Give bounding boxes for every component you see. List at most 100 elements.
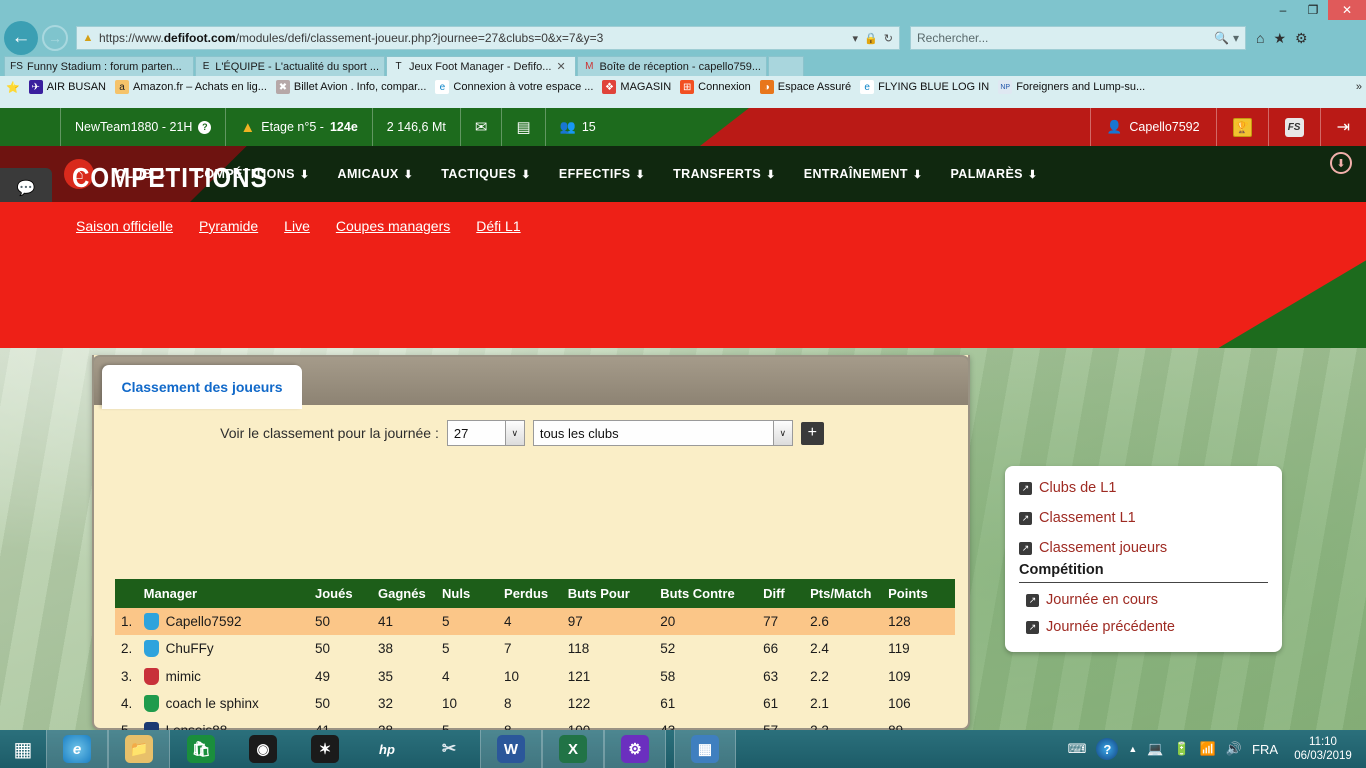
forward-arrow-icon[interactable]: →: [42, 25, 68, 51]
maximize-button[interactable]: ❐: [1298, 0, 1328, 20]
news-icon[interactable]: ▤: [502, 108, 546, 146]
taskbar-store[interactable]: 🛍: [170, 730, 232, 768]
bookmark-item[interactable]: e FLYING BLUE LOG IN: [860, 80, 989, 94]
subnav-pyramide[interactable]: Pyramide: [199, 218, 258, 234]
taskbar-word[interactable]: W: [480, 730, 542, 768]
menu-item-effectifs[interactable]: EFFECTIFS ⬇: [559, 167, 645, 181]
bookmark-favicon-icon: NP: [998, 80, 1013, 94]
table-row[interactable]: 3. mimic 49 35 4 10 121 58 63 2.2 109: [115, 663, 955, 690]
cell-rank: 2.: [121, 641, 133, 657]
chevron-down-icon[interactable]: ∨: [772, 421, 792, 445]
subnav-live[interactable]: Live: [284, 218, 310, 234]
close-icon[interactable]: ✕: [1328, 0, 1366, 20]
language-indicator[interactable]: FRA: [1252, 742, 1278, 757]
taskbar-excel[interactable]: X: [542, 730, 604, 768]
browser-tab[interactable]: E L'ÉQUIPE - L'actualité du sport ...: [195, 56, 385, 76]
taskbar-camera[interactable]: ◉: [232, 730, 294, 768]
search-chevron-icon[interactable]: ▾: [1233, 31, 1239, 45]
bookmark-item[interactable]: ❖ MAGASIN: [602, 80, 671, 94]
scroll-down-icon[interactable]: ⬇: [1330, 152, 1352, 174]
team-info[interactable]: NewTeam1880 - 21H ?: [60, 108, 227, 146]
bookmark-item[interactable]: ⊞ Connexion: [680, 80, 751, 94]
clock[interactable]: 11:10 06/03/2019: [1288, 735, 1358, 764]
menu-item-tactiques[interactable]: TACTIQUES ⬇: [441, 167, 531, 181]
menu-item-entrainement[interactable]: ENTRAÎNEMENT ⬇: [804, 167, 923, 181]
sidebar-item-journee-en-cours[interactable]: ↗ Journée en cours: [1026, 592, 1268, 608]
menu-item-palmares[interactable]: PALMARÈS ⬇: [951, 167, 1038, 181]
menu-item-transferts[interactable]: TRANSFERTS ⬇: [673, 167, 776, 181]
new-tab-button[interactable]: [768, 56, 804, 76]
content-card-tabbar: Classement des joueurs: [92, 355, 970, 409]
start-button[interactable]: ▦: [0, 730, 46, 768]
browser-tab-active[interactable]: T Jeux Foot Manager - Defifo... ✕: [386, 56, 576, 76]
cell-manager: coach le sphinx: [143, 690, 315, 717]
help-icon[interactable]: ?: [198, 120, 212, 134]
help-icon[interactable]: ?: [1096, 738, 1119, 760]
bookmark-favicon-icon: ✈: [28, 80, 43, 94]
table-row[interactable]: 5. Lensois88 41 28 5 8 100 43 57 2.2 89: [115, 717, 955, 730]
browser-tab[interactable]: FS Funny Stadium : forum parten...: [4, 56, 194, 76]
table-row[interactable]: 4. coach le sphinx 50 32 10 8 122 61 61 …: [115, 690, 955, 717]
cell-gagnes: 41: [377, 608, 443, 636]
clubs-select[interactable]: tous les clubs ∨: [532, 420, 793, 446]
subnav-coupes-managers[interactable]: Coupes managers: [336, 218, 450, 234]
minimize-button[interactable]: –: [1268, 0, 1298, 20]
sidebar-item-classement-l1[interactable]: ↗ Classement L1: [1019, 510, 1268, 526]
tray-expand-chevron-icon[interactable]: ▲: [1128, 744, 1137, 754]
bookmark-favorites-icon[interactable]: ⭐: [6, 81, 20, 94]
trophy-button[interactable]: 🏆: [1215, 108, 1268, 146]
bookmark-item[interactable]: e Connexion à votre espace ...: [435, 80, 593, 94]
tab-classement-des-joueurs[interactable]: Classement des joueurs: [102, 365, 302, 409]
subnav-saison-officielle[interactable]: Saison officielle: [76, 218, 173, 234]
cell-gagnes: 38: [377, 641, 394, 657]
taskbar-snipping-tool[interactable]: ✂: [418, 730, 480, 768]
taskbar-apps: e 📁 🛍 ◉ ✶ hp ✂ W X ⚙ ▦: [46, 730, 736, 768]
chevron-down-icon[interactable]: ▾: [853, 32, 859, 45]
user-account[interactable]: 👤 Capello7592: [1089, 108, 1216, 146]
search-icon[interactable]: 🔍: [1214, 31, 1229, 45]
logout-button[interactable]: ⇥: [1319, 108, 1366, 146]
home-icon[interactable]: ⌂: [1256, 30, 1264, 46]
network-icon[interactable]: 💻: [1147, 741, 1163, 757]
col-buts-contre: Buts Contre: [660, 579, 764, 608]
bookmark-item[interactable]: a Amazon.fr – Achats en lig...: [115, 80, 267, 94]
subnav-defi-l1[interactable]: Défi L1: [476, 218, 520, 234]
search-box[interactable]: Rechercher... 🔍 ▾: [910, 26, 1246, 50]
address-bar[interactable]: ▲ https://www.defifoot.com/modules/defi/…: [76, 26, 900, 50]
volume-icon[interactable]: 🔊: [1226, 741, 1242, 757]
taskbar-control-panel[interactable]: ▦: [674, 730, 736, 768]
fs-button[interactable]: FS: [1267, 108, 1320, 146]
bookmark-item[interactable]: ✖ Billet Avion . Info, compar...: [275, 80, 426, 94]
bookmark-item[interactable]: ◑ Espace Assuré: [759, 80, 851, 94]
members-count[interactable]: 👥 15: [546, 108, 610, 146]
favorites-star-icon[interactable]: ★: [1273, 30, 1286, 47]
taskbar-puzzle[interactable]: ✶: [294, 730, 356, 768]
bookmark-item[interactable]: NP Foreigners and Lump-su...: [998, 80, 1145, 94]
floor-info[interactable]: ▲ Etage n°5 - 124e: [226, 108, 373, 146]
add-filter-button[interactable]: +: [800, 421, 824, 445]
table-row[interactable]: 2. ChuFFy 50 38 5 7 118 52 66 2.4 119: [115, 635, 955, 662]
taskbar-file-explorer[interactable]: 📁: [108, 730, 170, 768]
menu-item-amicaux[interactable]: AMICAUX ⬇: [338, 167, 414, 181]
sidebar-item-clubs-de-l1[interactable]: ↗ Clubs de L1: [1019, 480, 1268, 496]
gear-icon[interactable]: ⚙: [1295, 30, 1308, 47]
browser-tab[interactable]: M Boîte de réception - capello759...: [577, 56, 767, 76]
cell-buts-contre: 20: [660, 608, 764, 636]
signal-icon[interactable]: 📶: [1200, 741, 1216, 757]
taskbar-hp-support[interactable]: hp: [356, 730, 418, 768]
sidebar-item-journee-precedente[interactable]: ↗ Journée précédente: [1026, 619, 1268, 635]
taskbar-internet-explorer[interactable]: e: [46, 730, 108, 768]
table-row[interactable]: 1. Capello7592 50 41 5 4 97 20 77 2.6 12…: [115, 608, 955, 636]
bookmarks-overflow-icon[interactable]: »: [1356, 81, 1362, 93]
chevron-down-icon[interactable]: ∨: [504, 421, 524, 445]
journee-select[interactable]: 27 ∨: [446, 420, 525, 446]
keyboard-icon[interactable]: ⌨: [1068, 741, 1087, 757]
back-arrow-icon[interactable]: ←: [4, 21, 38, 55]
battery-icon[interactable]: 🔋: [1173, 741, 1189, 757]
mail-icon[interactable]: ✉: [461, 108, 503, 146]
refresh-icon[interactable]: ↻: [884, 32, 893, 45]
bookmark-item[interactable]: ✈ AIR BUSAN: [28, 80, 106, 94]
tab-close-icon[interactable]: ✕: [556, 60, 565, 73]
taskbar-settings[interactable]: ⚙: [604, 730, 666, 768]
sidebar-item-classement-joueurs[interactable]: ↗ Classement joueurs: [1019, 540, 1268, 556]
